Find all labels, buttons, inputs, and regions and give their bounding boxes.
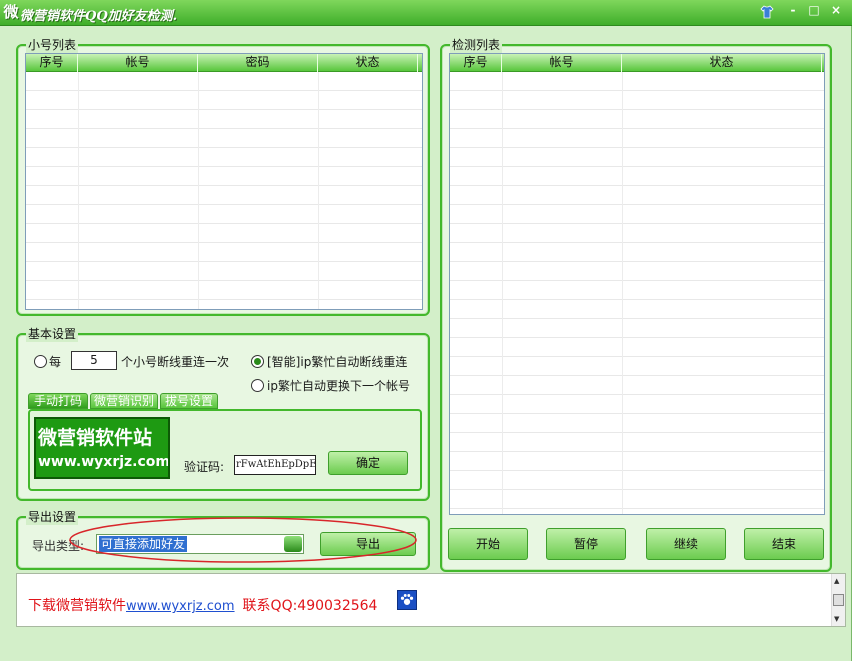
contact-text: 联系QQ:490032564 xyxy=(242,598,378,614)
export-settings-group: 导出设置 导出类型: 可直接添加好友 导出 xyxy=(16,509,430,570)
column-header-index[interactable]: 序号 xyxy=(450,54,502,72)
switch-next-radio[interactable] xyxy=(251,379,264,392)
resume-button[interactable]: 继续 xyxy=(646,528,726,560)
scroll-thumb[interactable] xyxy=(833,594,844,606)
smart-reconnect-label: [智能]ip繁忙自动断线重连 xyxy=(267,355,408,369)
tab-manual-captcha[interactable]: 手动打码 xyxy=(28,393,88,409)
basic-settings-label: 基本设置 xyxy=(26,326,79,342)
window-title: 微营销软件QQ加好友检测. xyxy=(20,9,178,24)
download-text: 下载微营销软件 xyxy=(28,598,126,614)
column-header-account[interactable]: 帐号 xyxy=(78,54,198,72)
scroll-up-icon[interactable]: ▲ xyxy=(834,577,839,585)
footer-text: 下载微营销软件www.wyxrjz.com 联系QQ:490032564 xyxy=(28,597,377,616)
footer-scrollbar[interactable]: ▲ ▼ xyxy=(831,574,845,626)
close-button[interactable]: × xyxy=(828,3,844,19)
footer-panel: 下载微营销软件www.wyxrjz.com 联系QQ:490032564 ▲ ▼ xyxy=(16,573,846,627)
reconnect-suffix-label: 个小号断线重连一次 xyxy=(121,355,230,369)
stop-button[interactable]: 结束 xyxy=(744,528,824,560)
check-list-body xyxy=(450,72,824,514)
column-divider xyxy=(502,72,503,514)
column-header-account[interactable]: 帐号 xyxy=(502,54,622,72)
account-list-table[interactable]: 序号 帐号 密码 状态 xyxy=(25,53,423,310)
tab-auto-recognize[interactable]: 微营销识别 xyxy=(90,393,158,409)
confirm-button[interactable]: 确定 xyxy=(328,451,408,475)
account-list-body xyxy=(26,72,422,309)
column-divider xyxy=(78,72,79,309)
captcha-label: 验证码: xyxy=(184,460,225,474)
column-header-password[interactable]: 密码 xyxy=(198,54,318,72)
account-list-group: 小号列表 序号 帐号 密码 状态 xyxy=(16,37,430,316)
website-link[interactable]: www.wyxrjz.com xyxy=(126,599,235,614)
check-list-group: 检测列表 序号 帐号 状态 开始 暂停 继续 结束 xyxy=(440,37,832,572)
check-list-header: 序号 帐号 状态 xyxy=(450,54,824,72)
check-list-table[interactable]: 序号 帐号 状态 xyxy=(449,53,825,515)
reconnect-every-radio[interactable] xyxy=(34,355,47,368)
captcha-input[interactable]: rFwAtEhEpDpEx xyxy=(234,455,316,475)
account-list-label: 小号列表 xyxy=(26,37,79,53)
every-label: 每 xyxy=(49,355,62,369)
skin-shirt-icon[interactable] xyxy=(760,5,774,19)
title-bar[interactable]: 微 微营销软件QQ加好友检测. - □ × xyxy=(0,0,852,26)
switch-next-label: ip繁忙自动更换下一个帐号 xyxy=(267,379,410,393)
maximize-button[interactable]: □ xyxy=(806,3,822,19)
minimize-button[interactable]: - xyxy=(785,3,801,19)
paw-glyph-icon xyxy=(400,594,414,605)
highlight-ellipse-annotation xyxy=(69,517,417,563)
column-divider xyxy=(198,72,199,309)
captcha-banner-title: 微营销软件站 xyxy=(38,427,153,449)
scroll-down-icon[interactable]: ▼ xyxy=(834,615,839,623)
basic-settings-group: 基本设置 每 5 个小号断线重连一次 [智能]ip繁忙自动断线重连 ip繁忙自动… xyxy=(16,326,430,501)
column-header-index[interactable]: 序号 xyxy=(26,54,78,72)
column-header-status[interactable]: 状态 xyxy=(622,54,822,72)
smart-reconnect-radio[interactable] xyxy=(251,355,264,368)
paw-icon[interactable] xyxy=(397,590,417,610)
app-icon: 微 xyxy=(3,3,19,21)
app-window: 微 微营销软件QQ加好友检测. - □ × 小号列表 序号 帐号 密码 状态 检… xyxy=(0,0,852,661)
captcha-banner-url: www.wyxrjz.com xyxy=(38,454,170,470)
captcha-image: 微营销软件站 www.wyxrjz.com xyxy=(34,417,170,479)
pause-button[interactable]: 暂停 xyxy=(546,528,626,560)
column-divider xyxy=(318,72,319,309)
column-divider xyxy=(622,72,623,514)
tab-dial-settings[interactable]: 拔号设置 xyxy=(160,393,218,409)
column-header-status[interactable]: 状态 xyxy=(318,54,418,72)
account-list-header: 序号 帐号 密码 状态 xyxy=(26,54,422,72)
check-list-label: 检测列表 xyxy=(450,37,503,53)
start-button[interactable]: 开始 xyxy=(448,528,528,560)
captcha-panel: 微营销软件站 www.wyxrjz.com 验证码: rFwAtEhEpDpEx… xyxy=(28,409,422,491)
reconnect-count-input[interactable]: 5 xyxy=(71,351,117,370)
